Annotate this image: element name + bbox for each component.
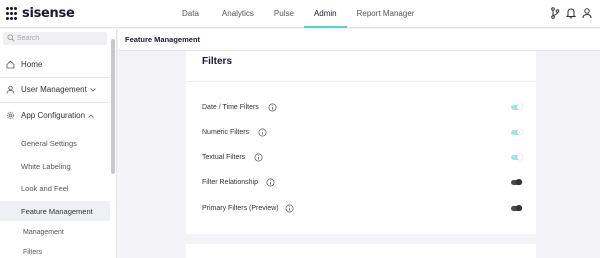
sidebar-subitem-general-settings[interactable]: General Settings xyxy=(0,133,110,153)
info-icon[interactable] xyxy=(268,103,277,112)
sidebar-search xyxy=(3,32,107,45)
sidebar: Home User Management App Configuration G… xyxy=(0,29,117,258)
search-input[interactable] xyxy=(17,33,102,44)
sisense-logo[interactable]: sisense xyxy=(6,6,75,21)
gear-icon xyxy=(6,111,15,120)
sidebar-subitem-look-and-feel[interactable]: Look and Feel xyxy=(0,178,110,198)
filter-row-numeric: Numeric Filters xyxy=(202,128,523,140)
card-title: Filters xyxy=(202,56,233,67)
user-icon xyxy=(6,85,15,94)
sidebar-subsubitem-management[interactable]: Management xyxy=(0,223,110,241)
sidebar-subsubitem-filters[interactable]: Filters xyxy=(0,243,110,258)
info-icon[interactable] xyxy=(258,128,267,137)
row-label: Date / Time Filters xyxy=(202,104,259,111)
filter-row-primary: Primary Filters (Preview) xyxy=(202,204,522,216)
sidebar-subitem-feature-management[interactable]: Feature Management xyxy=(0,201,110,221)
divider xyxy=(0,102,110,103)
nav-tab-admin[interactable]: Admin xyxy=(303,0,347,28)
main-header: Feature Management xyxy=(118,29,600,51)
filter-row-relationship: Filter Relationship xyxy=(202,178,522,190)
git-branch-icon[interactable] xyxy=(550,7,560,19)
bell-icon[interactable] xyxy=(565,7,577,19)
search-icon xyxy=(7,34,15,42)
logo-mark-icon xyxy=(6,6,18,21)
sidebar-item-label: User Management xyxy=(21,84,87,94)
filters-card: Filters Date / Time Filters Numeric Filt… xyxy=(186,51,536,234)
divider xyxy=(186,81,536,82)
nav-tab-data[interactable]: Data xyxy=(172,0,209,28)
sidebar-subitem-white-labeling[interactable]: White Labeling xyxy=(0,156,110,176)
home-icon xyxy=(6,60,15,69)
main-nav: Data Analytics Pulse Admin Report Manage… xyxy=(172,0,424,28)
chevron-up-icon xyxy=(88,111,94,120)
sidebar-item-user-management[interactable]: User Management xyxy=(0,78,110,100)
top-bar: sisense Data Analytics Pulse Admin Repor… xyxy=(0,0,600,28)
page-title: Feature Management xyxy=(125,35,201,44)
user-icon[interactable] xyxy=(582,7,592,19)
toggle-switch[interactable] xyxy=(511,104,523,110)
filter-row-textual: Textual Filters xyxy=(202,153,523,165)
row-label: Textual Filters xyxy=(202,154,246,161)
sidebar-scrollbar[interactable] xyxy=(111,39,115,174)
sidebar-item-label: App Configuration xyxy=(21,110,86,120)
row-label: Filter Relationship xyxy=(202,179,259,186)
info-icon[interactable] xyxy=(266,178,275,187)
filter-row-date-time: Date / Time Filters xyxy=(202,103,523,115)
sidebar-item-label: Home xyxy=(21,59,43,69)
brand-name: sisense xyxy=(22,6,75,21)
nav-tab-analytics[interactable]: Analytics xyxy=(212,0,264,28)
toggle-switch[interactable] xyxy=(511,179,522,185)
info-icon[interactable] xyxy=(285,204,294,213)
chevron-down-icon xyxy=(90,85,96,94)
sidebar-item-home[interactable]: Home xyxy=(0,53,110,75)
next-card xyxy=(186,244,536,258)
sidebar-item-app-configuration[interactable]: App Configuration xyxy=(0,104,110,126)
top-icons xyxy=(550,7,592,19)
info-icon[interactable] xyxy=(254,153,263,162)
row-label: Numeric Filters xyxy=(202,129,250,136)
toggle-switch[interactable] xyxy=(511,205,522,211)
toggle-switch[interactable] xyxy=(511,129,523,135)
nav-tab-pulse[interactable]: Pulse xyxy=(264,0,304,28)
row-label: Primary Filters (Preview) xyxy=(202,205,279,212)
toggle-switch[interactable] xyxy=(511,154,523,160)
nav-tab-report-manager[interactable]: Report Manager xyxy=(347,0,425,28)
